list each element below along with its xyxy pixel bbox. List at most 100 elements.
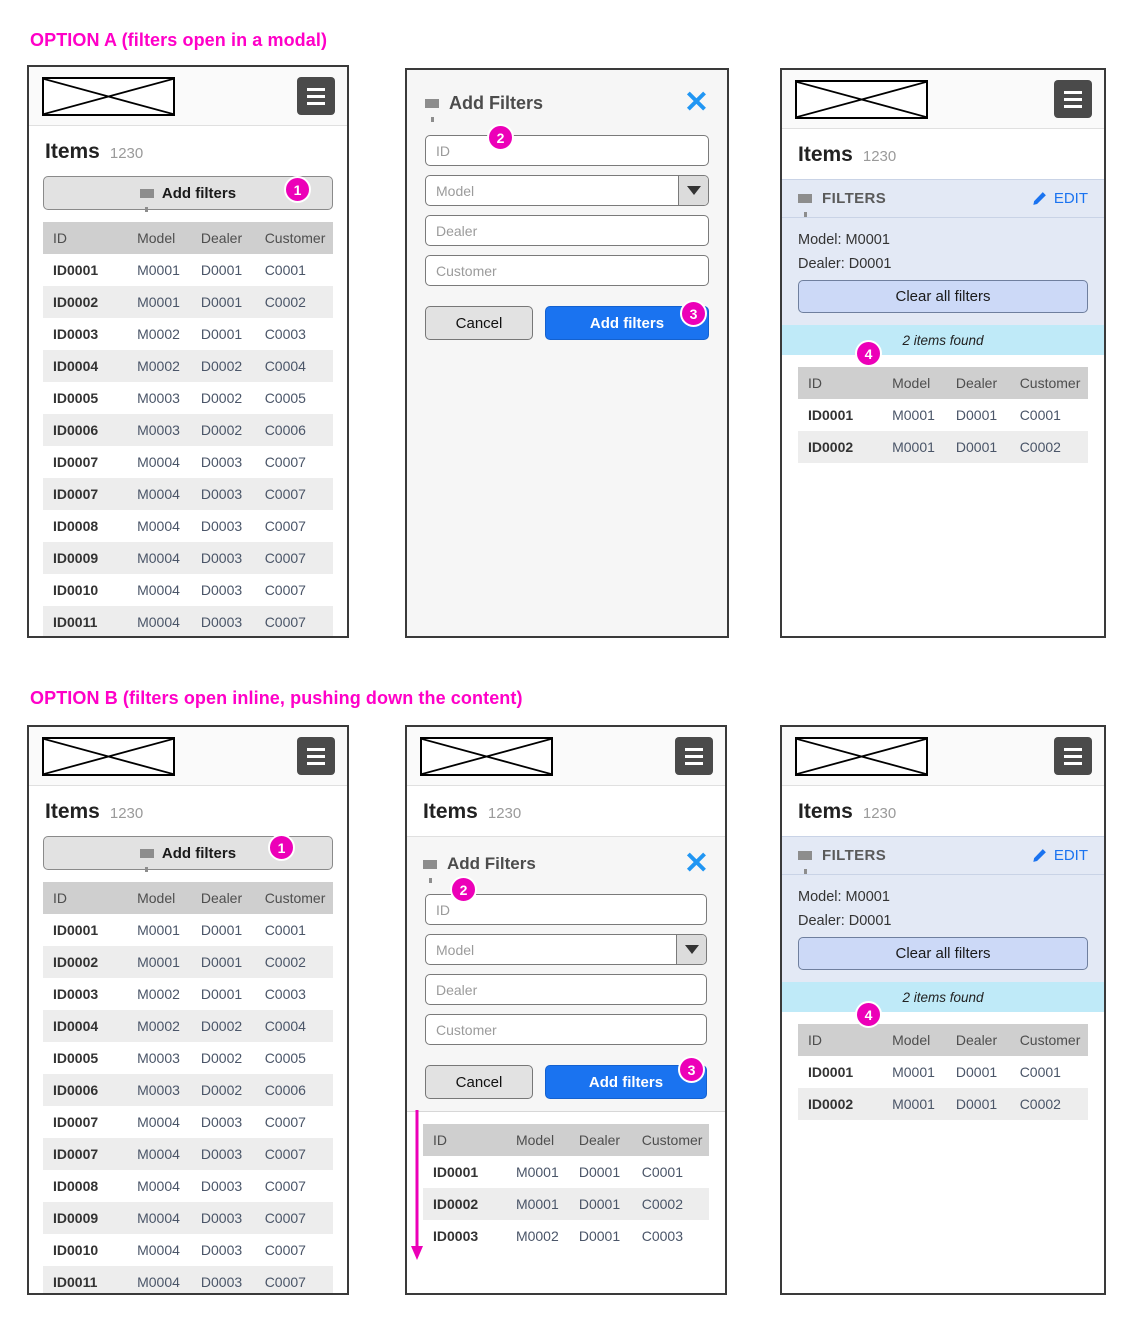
funnel-icon [423,859,437,883]
edit-filters-button[interactable]: EDIT [1032,190,1088,207]
filter-field-id[interactable]: ID [425,135,709,166]
col-id: ID [798,367,883,399]
table-row[interactable]: ID0002 M0001 D0001 C0002 [43,946,333,978]
table-cell-id: ID0001 [43,914,128,946]
table-row[interactable]: ID0002 M0001 D0001 C0002 [43,286,333,318]
hamburger-icon[interactable] [297,737,335,775]
table-row[interactable]: ID0008 M0004 D0003 C0007 [43,1170,333,1202]
hamburger-icon[interactable] [297,77,335,115]
chevron-down-icon[interactable] [676,935,706,964]
items-count: 1230 [109,805,144,822]
table-row[interactable]: ID0003 M0002 D0001 C0003 [43,978,333,1010]
table-row[interactable]: ID0001 M0001 D0001 C0001 [798,1056,1088,1088]
table-row[interactable]: ID0006 M0003 D0002 C0006 [43,414,333,446]
cancel-button[interactable]: Cancel [425,1065,533,1099]
placeholder-image-icon [795,79,928,119]
col-model: Model [882,367,946,399]
table-row[interactable]: ID0007 M0004 D0003 C0007 [43,1106,333,1138]
col-customer: Customer [254,882,333,914]
table-row[interactable]: ID0003 M0002 D0001 C0003 [43,318,333,350]
applied-filter-dealer: Dealer: D0001 [798,913,892,929]
table-row[interactable]: ID0011 M0004 D0003 C0007 [43,1266,333,1293]
option-b-title: OPTION B (filters open inline, pushing d… [30,688,523,708]
table-row[interactable]: ID0001 M0001 D0001 C0001 [423,1156,709,1188]
filter-field-model[interactable]: Model [425,175,709,206]
table-cell-model: M0004 [127,1234,191,1266]
table-row[interactable]: ID0001 M0001 D0001 C0001 [43,254,333,286]
filters-label: FILTERS [822,190,887,207]
table-row[interactable]: ID0006 M0003 D0002 C0006 [43,1074,333,1106]
table-row[interactable]: ID0004 M0002 D0002 C0004 [43,350,333,382]
table-row[interactable]: ID0001 M0001 D0001 C0001 [798,399,1088,431]
hamburger-icon[interactable] [1054,737,1092,775]
placeholder-image-icon [420,736,553,776]
filter-field-customer[interactable]: Customer [425,255,709,286]
hamburger-icon[interactable] [1054,80,1092,118]
items-count: 1230 [109,145,144,162]
table-cell-id: ID0004 [43,350,128,382]
section-divider [407,1111,725,1112]
option-a-panel-list: Items 1230 Add filters ID Model Dealer C… [27,65,349,638]
step-badge-1: 1 [268,834,295,861]
table-cell-customer: C0005 [254,382,333,414]
table-cell-id: ID0005 [43,382,128,414]
table-cell-model: M0004 [127,1266,191,1293]
table-row[interactable]: ID0007 M0004 D0003 C0007 [43,1138,333,1170]
table-row[interactable]: ID0005 M0003 D0002 C0005 [43,1042,333,1074]
table-cell-id: ID0008 [43,510,128,542]
table-cell-model: M0004 [127,1170,191,1202]
clear-all-filters-button[interactable]: Clear all filters [798,937,1088,970]
table-row[interactable]: ID0009 M0004 D0003 C0007 [43,542,333,574]
table-header-row: ID Model Dealer Customer [43,222,333,254]
items-count: 1230 [487,805,522,822]
table-row[interactable]: ID0002 M0001 D0001 C0002 [798,431,1088,463]
filter-field-dealer[interactable]: Dealer [425,974,707,1005]
table-row[interactable]: ID0005 M0003 D0002 C0005 [43,382,333,414]
table-row[interactable]: ID0010 M0004 D0003 C0007 [43,574,333,606]
table-cell-model: M0003 [127,1042,191,1074]
table-row[interactable]: ID0002 M0001 D0001 C0002 [423,1188,709,1220]
table-row[interactable]: ID0003 M0002 D0001 C0003 [423,1220,709,1252]
option-a-panel-filtered: Items 1230 FILTERS EDIT Model: M0001 Dea… [780,68,1106,638]
table-row[interactable]: ID0007 M0004 D0003 C0007 [43,478,333,510]
table-cell-model: M0004 [127,446,191,478]
table-row[interactable]: ID0009 M0004 D0003 C0007 [43,1202,333,1234]
col-dealer: Dealer [190,882,255,914]
chevron-down-icon[interactable] [678,176,708,205]
edit-label: EDIT [1053,847,1088,864]
table-cell-model: M0001 [882,1088,946,1120]
funnel-icon [425,98,439,122]
table-row[interactable]: ID0007 M0004 D0003 C0007 [43,446,333,478]
filter-field-dealer[interactable]: Dealer [425,215,709,246]
close-icon[interactable]: ✕ [684,849,709,879]
col-dealer: Dealer [945,1024,1010,1056]
table-row[interactable]: ID0011 M0004 D0003 C0007 [43,606,333,636]
table-row[interactable]: ID0002 M0001 D0001 C0002 [798,1088,1088,1120]
cancel-button[interactable]: Cancel [425,306,533,340]
table-cell-id: ID0002 [798,1088,883,1120]
step-badge-4: 4 [855,1001,882,1028]
pencil-icon [1032,191,1047,206]
filter-field-customer[interactable]: Customer [425,1014,707,1045]
col-customer: Customer [1009,1024,1088,1056]
filter-field-id-placeholder: ID [436,142,450,159]
table-row[interactable]: ID0004 M0002 D0002 C0004 [43,1010,333,1042]
table-cell-model: M0001 [127,254,191,286]
placeholder-image-icon [795,736,928,776]
table-cell-customer: C0007 [254,478,333,510]
table-cell-dealer: D0002 [190,1042,255,1074]
table-row[interactable]: ID0010 M0004 D0003 C0007 [43,1234,333,1266]
col-id: ID [798,1024,883,1056]
filter-field-model[interactable]: Model [425,934,707,965]
close-icon[interactable]: ✕ [684,88,709,118]
table-row[interactable]: ID0001 M0001 D0001 C0001 [43,914,333,946]
hamburger-icon[interactable] [675,737,713,775]
edit-filters-button[interactable]: EDIT [1032,847,1088,864]
table-row[interactable]: ID0008 M0004 D0003 C0007 [43,510,333,542]
table-cell-dealer: D0003 [190,510,255,542]
items-header: Items 1230 [29,126,347,176]
filter-field-dealer-placeholder: Dealer [436,222,478,239]
clear-all-filters-button[interactable]: Clear all filters [798,280,1088,313]
step-badge-3: 3 [680,300,707,327]
table-cell-dealer: D0001 [568,1188,632,1220]
